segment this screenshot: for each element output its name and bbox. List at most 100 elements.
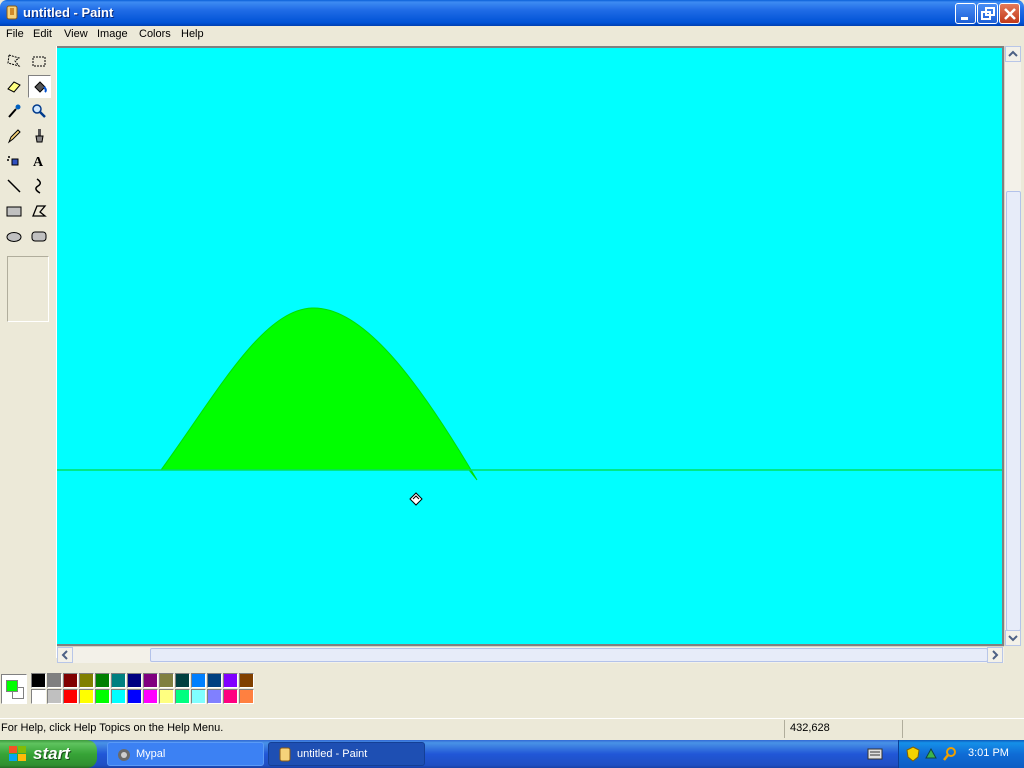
horizontal-scrollbar[interactable] [57, 646, 1004, 663]
tool-rounded-rectangle[interactable] [28, 225, 51, 248]
tool-free-form-select[interactable] [3, 50, 26, 73]
close-icon [1004, 8, 1016, 20]
taskbar-item-mypal[interactable]: Mypal [107, 742, 264, 766]
palette-swatch[interactable] [31, 673, 46, 688]
tool-ellipse[interactable] [3, 225, 26, 248]
scroll-right-button[interactable] [987, 647, 1003, 663]
menu-file[interactable]: File [6, 28, 24, 40]
ellipse-icon [6, 232, 22, 242]
tool-magnifier[interactable] [28, 100, 51, 123]
free-select-icon [7, 54, 21, 67]
restore-button[interactable] [977, 3, 998, 24]
tool-brush[interactable] [28, 125, 51, 148]
tool-rectangle[interactable] [3, 200, 26, 223]
title-bar[interactable]: untitled - Paint [0, 0, 1024, 26]
menu-image[interactable]: Image [97, 28, 128, 40]
windows-logo-icon [9, 746, 26, 761]
vertical-scroll-thumb[interactable] [1006, 191, 1021, 631]
palette-swatch[interactable] [191, 689, 206, 704]
palette-swatch[interactable] [95, 673, 110, 688]
menu-colors[interactable]: Colors [139, 28, 171, 40]
tool-options-box[interactable] [7, 256, 49, 322]
text-icon: A [33, 155, 44, 169]
tool-polygon[interactable] [28, 200, 51, 223]
search-icon[interactable] [942, 746, 958, 762]
menu-view[interactable]: View [64, 28, 88, 40]
tool-airbrush[interactable] [3, 150, 26, 173]
drawing-canvas[interactable] [57, 48, 1002, 644]
horizontal-scroll-thumb[interactable] [150, 648, 988, 662]
taskbar-item-paint[interactable]: untitled - Paint [268, 742, 425, 766]
taskbar: start Mypal untitled - Paint 3:01 PM [0, 740, 1024, 768]
chevron-down-icon [1008, 635, 1018, 642]
palette-swatch[interactable] [175, 673, 190, 688]
cursor-coordinates: 432,628 [790, 722, 830, 734]
palette-swatch[interactable] [191, 673, 206, 688]
keyboard-icon[interactable] [867, 747, 883, 761]
minimize-button[interactable] [955, 3, 976, 24]
chevron-left-icon [61, 650, 68, 660]
close-button[interactable] [999, 3, 1020, 24]
start-button[interactable]: start [0, 740, 97, 768]
tool-line[interactable] [3, 175, 26, 198]
restore-icon [981, 7, 995, 20]
palette-swatch[interactable] [47, 673, 62, 688]
palette-swatch[interactable] [111, 673, 126, 688]
palette-swatch[interactable] [175, 689, 190, 704]
clock: 3:01 PM [968, 747, 1009, 759]
palette-swatch[interactable] [159, 673, 174, 688]
status-divider [902, 720, 903, 738]
palette-swatch[interactable] [207, 673, 222, 688]
taskbar-item-label: untitled - Paint [297, 748, 368, 760]
palette-swatch[interactable] [127, 689, 142, 704]
magnifier-icon [32, 104, 46, 118]
toolbox: A [0, 46, 57, 658]
brush-icon [35, 129, 44, 143]
tool-eraser[interactable] [3, 75, 26, 98]
menu-help[interactable]: Help [181, 28, 204, 40]
taskbar-item-label: Mypal [136, 748, 166, 760]
tool-pick-color[interactable] [3, 100, 26, 123]
rectangle-icon [6, 206, 22, 217]
palette-swatch[interactable] [79, 689, 94, 704]
palette-swatch[interactable] [31, 689, 46, 704]
tool-text[interactable]: A [28, 150, 51, 173]
tool-curve[interactable] [28, 175, 51, 198]
palette-swatch[interactable] [159, 689, 174, 704]
palette-swatch[interactable] [127, 673, 142, 688]
start-label: start [33, 744, 70, 763]
palette-swatch[interactable] [239, 673, 254, 688]
tool-select[interactable] [28, 50, 51, 73]
polygon-icon [32, 205, 47, 217]
rect-select-icon [32, 56, 46, 67]
palette-swatch[interactable] [63, 689, 78, 704]
palette-swatch[interactable] [239, 689, 254, 704]
security-shield-icon[interactable] [906, 746, 920, 762]
tool-pencil[interactable] [3, 125, 26, 148]
palette-swatch[interactable] [223, 673, 238, 688]
eyedropper-icon [8, 104, 21, 118]
svg-text:A: A [33, 155, 44, 169]
palette-swatch[interactable] [143, 689, 158, 704]
vertical-scrollbar[interactable] [1004, 46, 1021, 646]
mypal-icon [118, 749, 130, 761]
current-colors[interactable] [1, 674, 27, 704]
scroll-left-button[interactable] [57, 647, 73, 663]
tool-fill-with-color[interactable] [28, 75, 51, 98]
eraser-icon [7, 81, 21, 93]
network-icon[interactable] [924, 746, 938, 762]
palette-swatch[interactable] [47, 689, 62, 704]
palette-swatch[interactable] [95, 689, 110, 704]
scroll-up-button[interactable] [1005, 46, 1021, 62]
scroll-down-button[interactable] [1005, 630, 1021, 646]
palette-swatch[interactable] [223, 689, 238, 704]
palette-swatch[interactable] [143, 673, 158, 688]
green-hill-shape [160, 307, 478, 481]
palette-swatch[interactable] [207, 689, 222, 704]
palette-swatch[interactable] [63, 673, 78, 688]
menu-edit[interactable]: Edit [33, 28, 52, 40]
paint-bucket-icon [34, 81, 47, 93]
palette-swatch[interactable] [79, 673, 94, 688]
curve-icon [35, 178, 41, 194]
palette-swatch[interactable] [111, 689, 126, 704]
